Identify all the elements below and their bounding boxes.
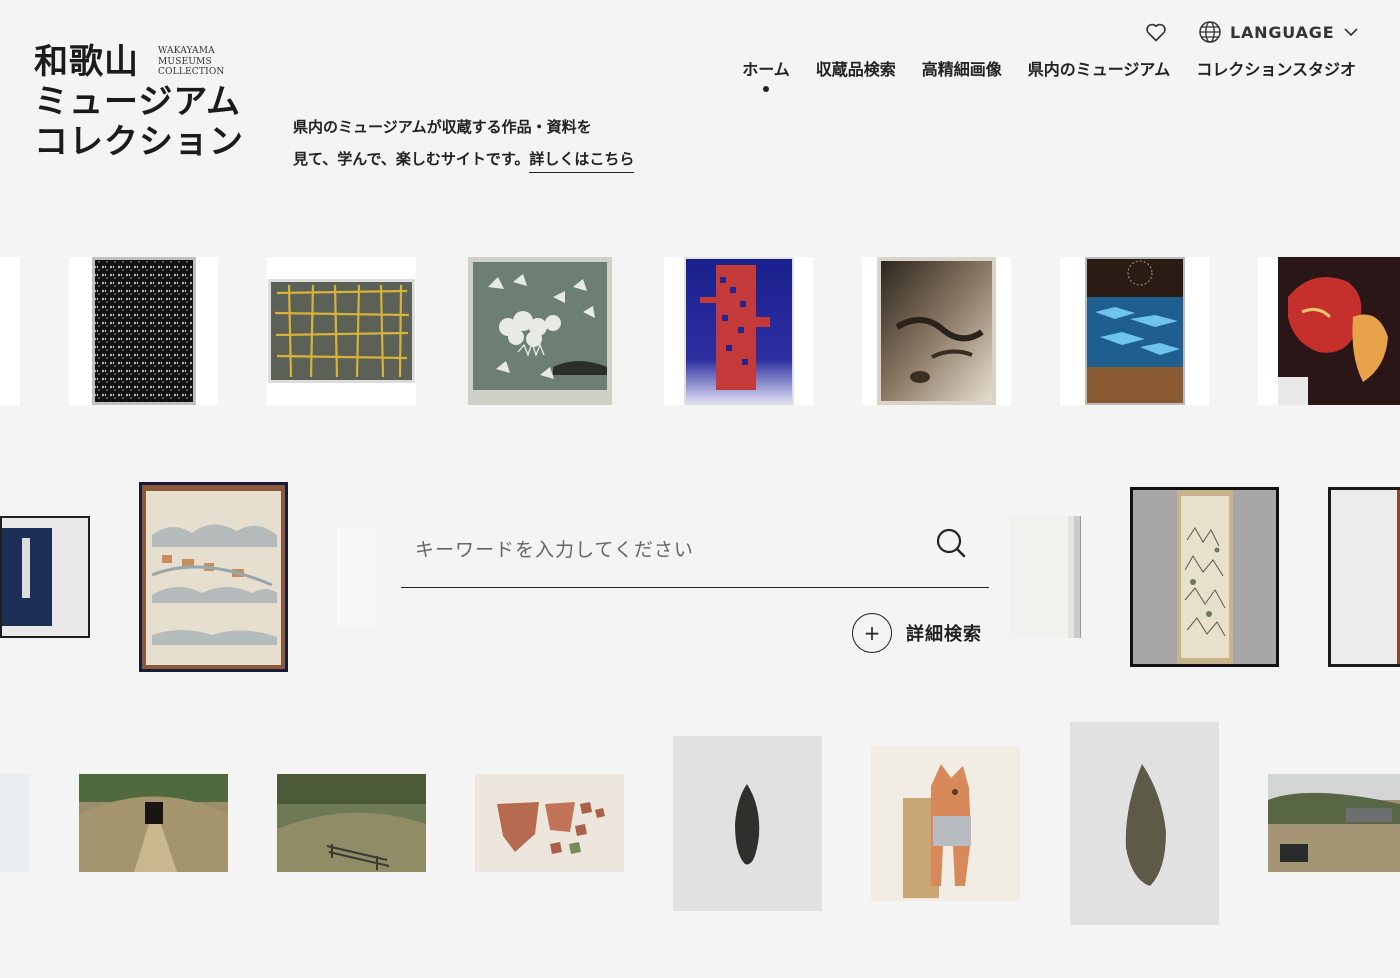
about-link[interactable]: 詳しくはこちら	[529, 146, 635, 173]
artwork-thumbnail[interactable]	[664, 257, 813, 405]
tagline-line-2-text: 見て、学んで、楽しむサイトです。	[293, 150, 530, 168]
nav-high-resolution[interactable]: 高精細画像	[922, 56, 1002, 80]
artwork-thumbnail[interactable]	[0, 516, 90, 638]
artwork-thumbnail[interactable]	[468, 257, 612, 405]
artwork-thumbnail[interactable]	[69, 257, 218, 405]
logo-en-line-2: MUSEUMS	[158, 56, 212, 67]
main-nav: ホーム 収蔵品検索 高精細画像 県内のミュージアム コレクションスタジオ	[742, 56, 1356, 92]
artwork-thumbnail[interactable]	[267, 257, 416, 405]
logo-line-2: ミュージアム	[34, 82, 241, 122]
tagline-line-2: 見て、学んで、楽しむサイトです。詳しくはこちら	[293, 143, 635, 175]
keyword-search	[401, 515, 989, 588]
logo-english: WAKAYAMA MUSEUMS COLLECTION	[158, 46, 225, 78]
logo-line-3: コレクション	[34, 122, 244, 162]
language-selector[interactable]: LANGUAGE	[1198, 20, 1360, 44]
logo-en-line-1: WAKAYAMA	[158, 46, 215, 56]
artifact-thumbnail[interactable]	[79, 774, 228, 872]
artifact-thumbnail[interactable]	[1070, 722, 1219, 925]
globe-icon	[1199, 21, 1221, 43]
nav-home[interactable]: ホーム	[742, 56, 790, 92]
chevron-down-icon	[1344, 28, 1359, 37]
heart-icon[interactable]	[1144, 20, 1168, 44]
artifact-thumbnail[interactable]	[673, 736, 822, 911]
artwork-thumbnail[interactable]	[139, 482, 288, 672]
artifact-thumbnail[interactable]	[475, 774, 624, 872]
logo-en-line-3: COLLECTION	[158, 67, 225, 77]
artwork-thumbnail[interactable]	[1328, 487, 1400, 667]
nav-collection-search[interactable]: 収蔵品検索	[816, 56, 896, 80]
artifact-thumbnail[interactable]	[0, 774, 30, 872]
artwork-thumbnail[interactable]	[1060, 257, 1209, 405]
tagline-line-1: 県内のミュージアムが収蔵する作品・資料を	[293, 118, 592, 136]
advanced-search-label: 詳細検索	[906, 624, 982, 645]
artifact-thumbnail[interactable]	[277, 774, 426, 872]
search-icon[interactable]	[933, 525, 969, 561]
artwork-thumbnail[interactable]	[862, 257, 1011, 405]
artwork-thumbnail[interactable]	[1130, 487, 1279, 667]
artwork-thumbnail[interactable]	[1258, 257, 1400, 405]
page: 和歌山 ミュージアム コレクション WAKAYAMA MUSEUMS COLLE…	[0, 0, 1400, 978]
artifact-thumbnail[interactable]	[871, 746, 1020, 901]
nav-museums[interactable]: 県内のミュージアム	[1028, 56, 1171, 80]
artwork-thumbnail[interactable]	[0, 257, 20, 405]
artifact-thumbnail[interactable]	[1268, 774, 1400, 872]
site-tagline: 県内のミュージアムが収蔵する作品・資料を 見て、学んで、楽しむサイトです。詳しく…	[293, 111, 635, 175]
plus-icon: +	[852, 613, 892, 653]
nav-collection-studio[interactable]: コレクションスタジオ	[1196, 56, 1356, 80]
keyword-search-input[interactable]	[415, 529, 915, 571]
language-label: LANGUAGE	[1230, 22, 1335, 42]
site-logo[interactable]: 和歌山 ミュージアム コレクション WAKAYAMA MUSEUMS COLLE…	[34, 42, 244, 162]
advanced-search-button[interactable]: + 詳細検索	[852, 613, 982, 653]
